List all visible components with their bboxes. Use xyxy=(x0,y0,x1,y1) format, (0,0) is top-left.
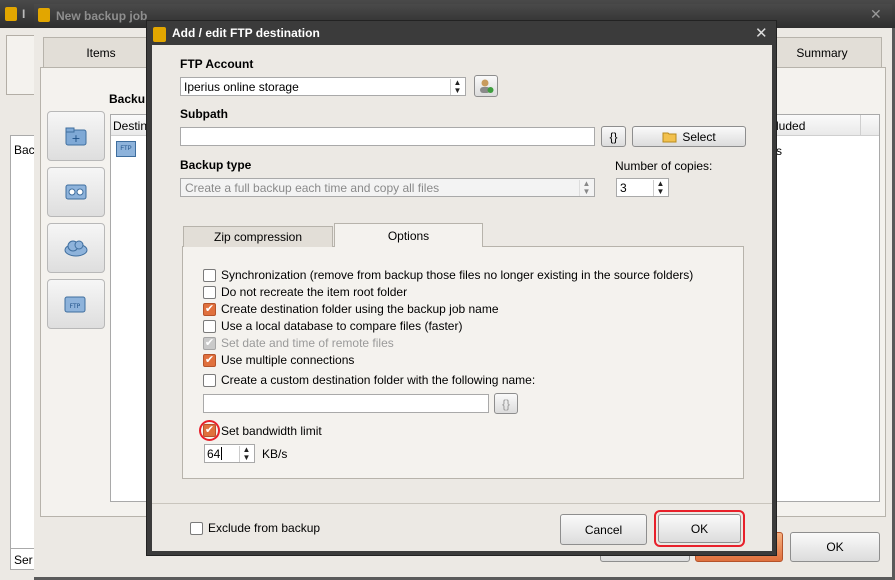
sync-checkbox[interactable] xyxy=(203,268,216,282)
add-tape-icon-button[interactable] xyxy=(47,167,105,217)
folder-open-icon xyxy=(662,132,677,143)
custom-folder-checkbox[interactable] xyxy=(203,373,216,387)
job-folder-checkbox[interactable]: ✔ xyxy=(203,302,216,316)
app-left-frame xyxy=(6,35,34,95)
app-left-fragment-2: Ser xyxy=(14,553,33,567)
subpath-variables-label: {} xyxy=(609,129,618,144)
option-row-no-root[interactable]: Do not recreate the item root folder xyxy=(203,285,407,299)
option-row-job-folder[interactable]: ✔ Create destination folder using the ba… xyxy=(203,302,499,316)
cancel-button[interactable]: Cancel xyxy=(560,514,647,545)
subpath-select-button[interactable]: Select xyxy=(632,126,746,147)
no-root-label: Do not recreate the item root folder xyxy=(221,285,408,299)
bg-ok-label: OK xyxy=(826,540,844,554)
ftp-dialog-footer-divider xyxy=(152,503,772,504)
add-folder-icon-button[interactable]: + xyxy=(47,111,105,161)
backup-type-arrows-icon: ▲ ▼ xyxy=(579,180,593,196)
no-root-checkbox[interactable] xyxy=(203,285,216,299)
cancel-label: Cancel xyxy=(584,522,623,537)
bandwidth-spinbox[interactable]: 64 ▲ ▼ xyxy=(204,444,255,463)
bandwidth-label: Set bandwidth limit xyxy=(221,424,322,438)
option-row-date-time: ✔ Set date and time of remote files xyxy=(203,336,394,350)
custom-folder-input[interactable] xyxy=(203,394,489,413)
tab-items-label: Items xyxy=(86,45,116,60)
ftp-folder-icon: FTP xyxy=(64,296,86,313)
manage-accounts-button[interactable] xyxy=(474,75,498,97)
backup-window-logo-icon xyxy=(38,8,50,22)
ftp-account-arrows-icon: ▲ ▼ xyxy=(450,79,464,95)
custom-folder-variables-label: {} xyxy=(501,396,510,411)
user-add-icon xyxy=(480,79,494,93)
subpath-select-label: Select xyxy=(682,129,716,144)
ftp-dialog-close-icon[interactable]: ✕ xyxy=(755,24,768,42)
tab-zip-compression[interactable]: Zip compression xyxy=(183,226,333,247)
option-row-local-db[interactable]: Use a local database to compare files (f… xyxy=(203,319,462,333)
bandwidth-value: 64 xyxy=(207,446,221,461)
bandwidth-spin-icon[interactable]: ▲ ▼ xyxy=(239,446,253,462)
subpath-variables-button[interactable]: {} xyxy=(601,126,626,147)
cloud-icon xyxy=(64,240,88,257)
sync-label: Synchronization (remove from backup thos… xyxy=(221,268,694,282)
option-row-custom-folder[interactable]: Create a custom destination folder with … xyxy=(203,373,535,387)
copies-spin-icon[interactable]: ▲ ▼ xyxy=(653,180,667,196)
custom-folder-label: Create a custom destination folder with … xyxy=(221,373,536,387)
tab-summary[interactable]: Summary xyxy=(762,37,882,67)
tab-summary-label: Summary xyxy=(796,45,848,60)
backup-section-title: Backu xyxy=(109,92,146,106)
exclude-row[interactable]: Exclude from backup xyxy=(190,521,320,535)
app-left-fragment-1: Bac xyxy=(14,143,35,157)
multi-conn-label: Use multiple connections xyxy=(221,353,355,367)
subpath-label: Subpath xyxy=(180,107,228,121)
option-row-multi-conn[interactable]: ✔ Use multiple connections xyxy=(203,353,354,367)
ftp-dialog-title: Add / edit FTP destination xyxy=(172,26,320,40)
copies-value: 3 xyxy=(620,180,627,195)
copies-label: Number of copies: xyxy=(615,159,713,173)
column-divider xyxy=(860,115,861,136)
tab-options[interactable]: Options xyxy=(334,223,483,247)
backup-window-title: New backup job xyxy=(56,9,148,23)
tab-options-seam xyxy=(335,245,482,247)
svg-text:FTP: FTP xyxy=(70,303,81,310)
backup-type-value: Create a full backup each time and copy … xyxy=(185,180,440,195)
column-excluded: luded xyxy=(776,119,806,133)
ftp-account-select[interactable]: Iperius online storage ▲ ▼ xyxy=(180,77,466,96)
backup-type-select: Create a full backup each time and copy … xyxy=(180,178,595,197)
text-cursor xyxy=(221,447,223,460)
local-db-checkbox[interactable] xyxy=(203,319,216,333)
subpath-input[interactable] xyxy=(180,127,595,146)
add-ftp-icon-button[interactable]: FTP xyxy=(47,279,105,329)
app-title-fragment: I xyxy=(22,7,26,21)
job-folder-label: Create destination folder using the back… xyxy=(221,302,499,316)
bandwidth-unit: KB/s xyxy=(262,447,288,461)
backup-window-close-icon[interactable]: ✕ xyxy=(870,6,882,23)
exclude-label: Exclude from backup xyxy=(208,521,321,535)
copies-spinbox[interactable]: 3 ▲ ▼ xyxy=(616,178,669,197)
ftp-account-label: FTP Account xyxy=(180,57,254,71)
multi-conn-checkbox[interactable]: ✔ xyxy=(203,353,216,367)
tab-items[interactable]: Items xyxy=(43,37,159,67)
date-time-label: Set date and time of remote files xyxy=(221,336,394,350)
tape-icon xyxy=(65,184,87,200)
ftp-row-icon: FTP xyxy=(116,141,136,157)
add-cloud-icon-button[interactable] xyxy=(47,223,105,273)
ftp-dialog-logo-icon xyxy=(153,27,166,42)
tab-zip-label: Zip compression xyxy=(213,230,303,244)
backup-type-label: Backup type xyxy=(180,158,252,172)
bandwidth-checkbox[interactable]: ✔ xyxy=(203,424,216,437)
ok-button[interactable]: OK xyxy=(658,514,741,543)
folder-add-icon: + xyxy=(65,127,87,146)
tab-options-label: Options xyxy=(387,228,430,243)
app-logo-icon xyxy=(5,7,17,21)
option-row-sync[interactable]: Synchronization (remove from backup thos… xyxy=(203,268,693,282)
ok-label: OK xyxy=(690,521,709,536)
date-time-checkbox: ✔ xyxy=(203,336,216,350)
svg-text:+: + xyxy=(71,132,80,145)
custom-folder-variables-button: {} xyxy=(494,393,518,414)
bg-ok-button[interactable]: OK xyxy=(790,532,880,562)
app-left-list xyxy=(10,135,34,555)
ftp-account-value: Iperius online storage xyxy=(184,79,299,94)
exclude-checkbox[interactable] xyxy=(190,521,203,535)
local-db-label: Use a local database to compare files (f… xyxy=(221,319,463,333)
